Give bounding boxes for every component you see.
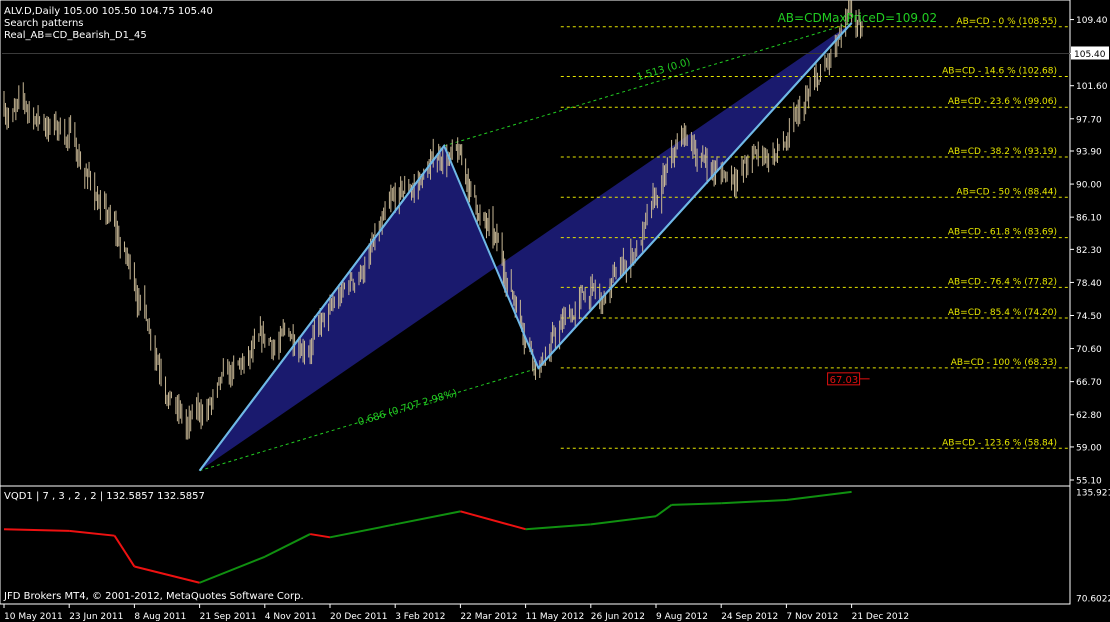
price-tick-label: 74.50 [1076,312,1102,322]
indicator-tick-label: 70.6022 [1076,595,1110,605]
time-tick-label: 23 Jun 2011 [69,612,123,622]
price-tick-label: 86.10 [1076,214,1102,224]
price-tick-label: 62.80 [1076,411,1102,421]
price-tick-label: 70.60 [1076,345,1102,355]
time-tick-label: 11 May 2012 [526,612,585,622]
price-tick-label: 97.70 [1076,115,1102,125]
price-tick-label: 93.90 [1076,147,1102,157]
time-tick-label: 10 May 2011 [4,612,63,622]
pattern-name-label: Real_AB=CD_Bearish_D1_45 [4,30,147,41]
symbol-header: ALV.D,Daily 105.00 105.50 104.75 105.40 [4,6,213,17]
time-tick-label: 21 Dec 2012 [852,612,910,622]
fib-level-label: AB=CD - 100 % (68.33) [951,358,1057,368]
price-tick-label: 109.40 [1076,16,1108,26]
fib-level-label: AB=CD - 123.6 % (58.84) [942,438,1057,448]
time-tick-label: 20 Dec 2011 [330,612,388,622]
max-price-label: AB=CDMaxPriceD=109.02 [778,11,937,25]
footer-copyright: JFD Brokers MT4, © 2001-2012, MetaQuotes… [3,591,304,602]
price-tick-label: 59.00 [1076,443,1102,453]
time-tick-label: 8 Aug 2011 [134,612,186,622]
search-patterns-label: Search patterns [4,18,84,29]
price-tick-label: 66.70 [1076,378,1102,388]
price-tick-label: 78.40 [1076,279,1102,289]
fib-level-label: AB=CD - 61.8 % (83.69) [948,228,1057,238]
time-tick-label: 7 Nov 2012 [786,612,838,622]
indicator-header: VQD1 | 7 , 3 , 2 , 2 | 132.5857 132.5857 [4,491,205,502]
time-tick-label: 26 Jun 2012 [591,612,645,622]
time-tick-label: 3 Feb 2012 [395,612,445,622]
fib-level-label: AB=CD - 14.6 % (102.68) [942,67,1057,77]
chart-window: AB=CD - 0 % (108.55) AB=CD - 14.6 % (102.… [0,0,1110,622]
fib-level-label: AB=CD - 50 % (88.44) [956,187,1057,197]
price-tick-label: 55.10 [1076,477,1102,487]
stop-level-label: 67.03 [830,375,859,386]
fib-level-label: AB=CD - 85.4 % (74.20) [948,308,1057,318]
fib-level-label: AB=CD - 0 % (108.55) [956,17,1057,27]
time-tick-label: 9 Aug 2012 [656,612,708,622]
fib-level-label: AB=CD - 38.2 % (93.19) [948,147,1057,157]
time-tick-label: 24 Sep 2012 [721,612,778,622]
time-tick-label: 22 Mar 2012 [460,612,517,622]
price-tick-label: 90.00 [1076,181,1102,191]
indicator-tick-label: 135.9218 [1076,489,1110,499]
price-tick-label: 82.30 [1076,246,1102,256]
price-tick-label: 101.60 [1076,82,1108,92]
fib-level-label: AB=CD - 23.6 % (99.06) [948,97,1057,107]
time-tick-label: 21 Sep 2011 [200,612,257,622]
fib-level-label: AB=CD - 76.4 % (77.82) [948,277,1057,287]
current-price-label: 105.40 [1074,50,1106,60]
time-tick-label: 4 Nov 2011 [265,612,317,622]
